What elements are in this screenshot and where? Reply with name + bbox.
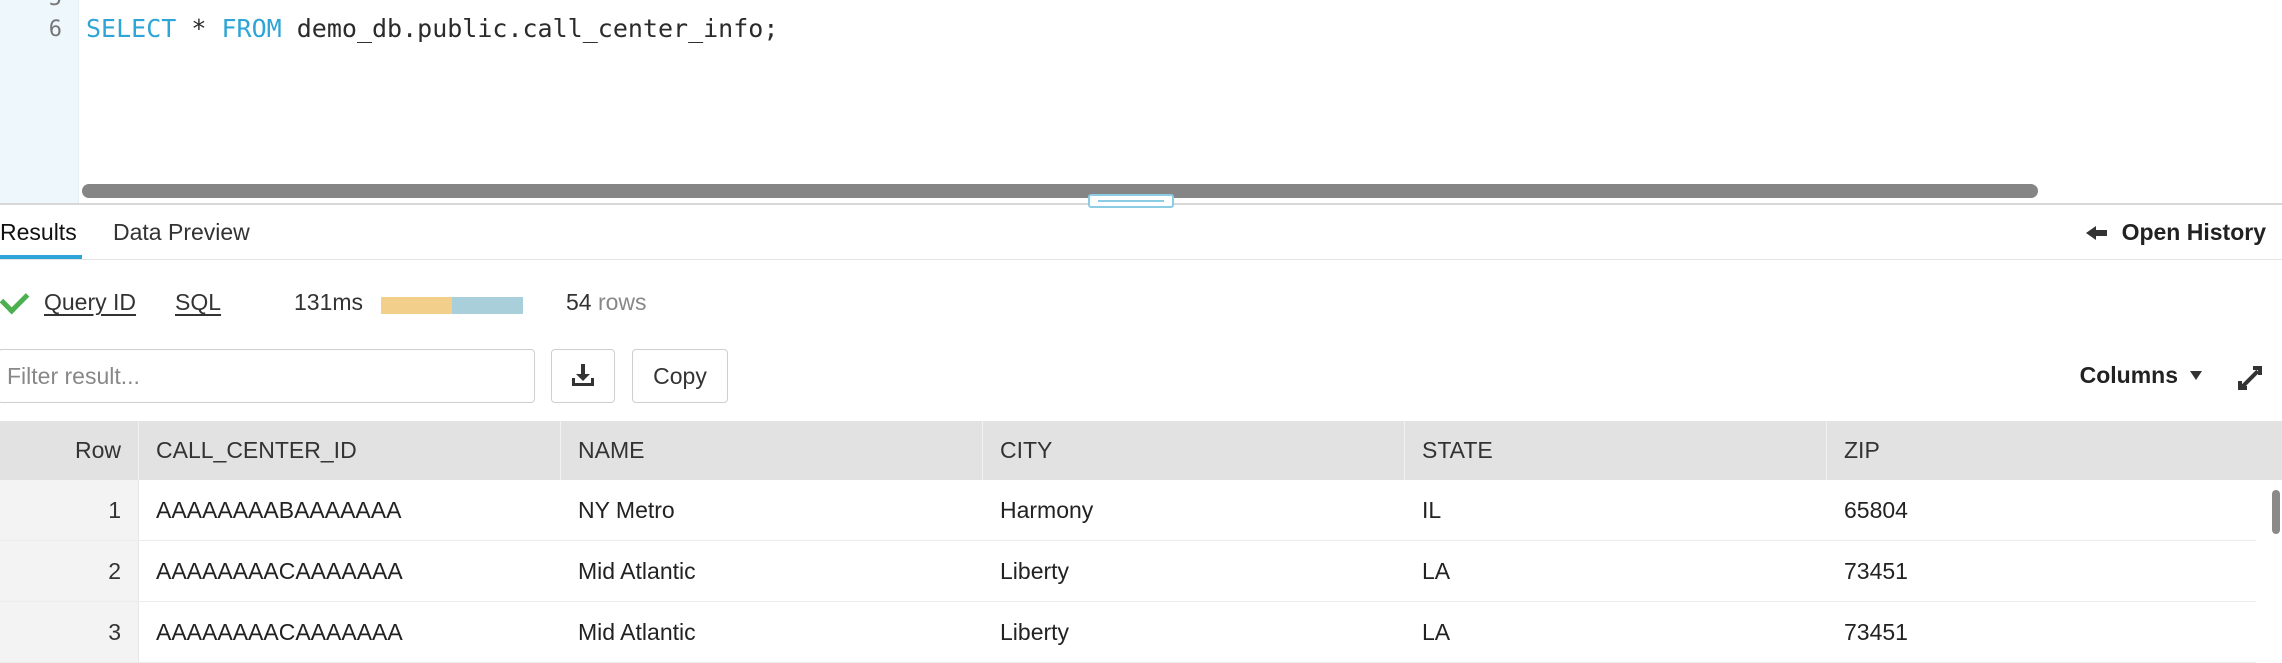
expand-icon[interactable] (2238, 366, 2262, 390)
tab-data-preview[interactable]: Data Preview (113, 219, 250, 246)
duration-bar-execute (452, 297, 523, 314)
cell-zip[interactable]: 73451 (1827, 541, 2247, 601)
row-count: 54 rows (566, 289, 647, 316)
cell-city[interactable]: Liberty (983, 541, 1405, 601)
cell-state[interactable]: IL (1405, 480, 1827, 540)
row-count-word: rows (597, 289, 647, 315)
column-header-zip[interactable]: ZIP (1827, 421, 2282, 480)
cell-city[interactable]: Harmony (983, 480, 1405, 540)
code-line[interactable]: SELECT * FROM demo_db.public.call_center… (86, 14, 778, 43)
query-duration: 131ms (294, 289, 364, 315)
table-header: Row CALL_CENTER_ID NAME CITY STATE ZIP (0, 421, 2282, 480)
table-row[interactable]: 3 AAAAAAAACAAAAAAA Mid Atlantic Liberty … (0, 602, 2256, 663)
sql-editor[interactable]: 5 6 SELECT * FROM demo_db.public.call_ce… (0, 0, 2282, 203)
open-history-label: Open History (2121, 219, 2266, 245)
duration-bar[interactable] (381, 297, 523, 314)
cell-call-center-id[interactable]: AAAAAAAABAAAAAAA (139, 480, 561, 540)
line-gutter: 5 6 (0, 0, 79, 203)
column-header-state[interactable]: STATE (1405, 421, 1827, 480)
sql-link[interactable]: SQL (175, 289, 221, 316)
sql-text: demo_db.public.call_center_info; (281, 14, 779, 43)
column-header-city[interactable]: CITY (983, 421, 1405, 480)
cell-name[interactable]: Mid Atlantic (561, 602, 983, 662)
columns-button[interactable]: Columns (2080, 362, 2202, 389)
query-info: Query ID SQL 131ms 54 rows (0, 283, 900, 323)
vertical-scrollbar[interactable] (2272, 490, 2280, 534)
active-tab-indicator (0, 255, 82, 259)
cell-call-center-id[interactable]: AAAAAAAACAAAAAAA (139, 602, 561, 662)
cell-city[interactable]: Liberty (983, 602, 1405, 662)
sql-text: * (176, 14, 222, 43)
copy-button[interactable]: Copy (632, 349, 728, 403)
cell-zip[interactable]: 65804 (1827, 480, 2247, 540)
download-icon (572, 364, 594, 388)
download-button[interactable] (551, 349, 615, 403)
columns-label: Columns (2079, 362, 2178, 388)
cell-state[interactable]: LA (1405, 602, 1827, 662)
cell-state[interactable]: LA (1405, 541, 1827, 601)
cell-name[interactable]: Mid Atlantic (561, 541, 983, 601)
cell-name[interactable]: NY Metro (561, 480, 983, 540)
column-header-call-center-id[interactable]: CALL_CENTER_ID (139, 421, 561, 480)
open-history-button[interactable]: Open History (2085, 219, 2266, 246)
column-header-row[interactable]: Row (0, 421, 139, 480)
results-table: Row CALL_CENTER_ID NAME CITY STATE ZIP 1… (0, 421, 2282, 663)
line-number: 6 (48, 17, 62, 42)
row-count-number: 54 (566, 289, 592, 315)
cell-call-center-id[interactable]: AAAAAAAACAAAAAAA (139, 541, 561, 601)
sql-keyword: SELECT (86, 14, 177, 43)
results-tabbar: Results Data Preview Open History (0, 205, 2282, 260)
row-number: 2 (0, 541, 139, 601)
arrow-left-icon (2085, 225, 2108, 241)
column-header-name[interactable]: NAME (561, 421, 983, 480)
row-number: 3 (0, 602, 139, 662)
sql-keyword: FROM (221, 14, 282, 43)
filter-input[interactable] (0, 349, 535, 403)
row-number: 1 (0, 480, 139, 540)
table-row[interactable]: 1 AAAAAAAABAAAAAAA NY Metro Harmony IL 6… (0, 480, 2256, 541)
tab-results[interactable]: Results (0, 219, 77, 246)
cell-zip[interactable]: 73451 (1827, 602, 2247, 662)
horizontal-scrollbar[interactable] (82, 184, 2038, 198)
check-icon (0, 284, 30, 315)
line-number: 5 (49, 0, 62, 11)
caret-down-icon (2190, 371, 2202, 380)
query-id-link[interactable]: Query ID (44, 289, 136, 316)
table-row[interactable]: 2 AAAAAAAACAAAAAAA Mid Atlantic Liberty … (0, 541, 2256, 602)
duration-bar-compile (381, 297, 452, 314)
